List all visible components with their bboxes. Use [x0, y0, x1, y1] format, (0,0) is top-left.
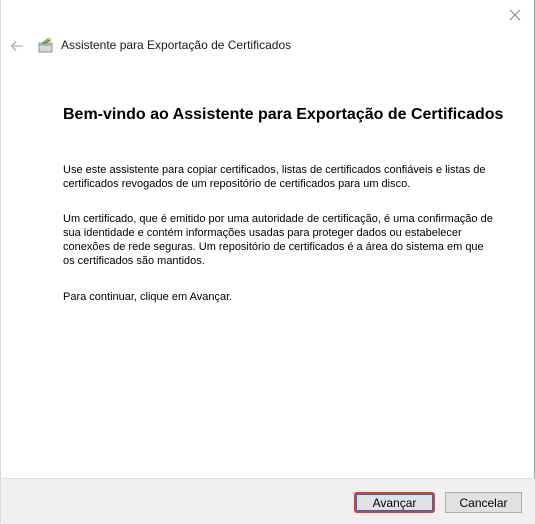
window-title: Assistente para Exportação de Certificad…: [61, 38, 292, 52]
back-arrow-icon: [10, 41, 23, 51]
certificate-description-paragraph: Um certificado, que é emitido por uma au…: [63, 213, 493, 267]
intro-paragraph: Use este assistente para copiar certific…: [63, 164, 486, 190]
wizard-window: Assistente para Exportação de Certificad…: [0, 0, 535, 524]
button-bar: Avançar Cancelar: [1, 478, 535, 524]
cancel-button[interactable]: Cancelar: [445, 492, 522, 513]
close-icon: [509, 9, 521, 21]
back-button[interactable]: [7, 36, 27, 56]
close-button[interactable]: [504, 4, 526, 26]
page-heading: Bem-vindo ao Assistente para Exportação …: [63, 106, 504, 123]
next-button[interactable]: Avançar: [354, 492, 435, 513]
continue-instruction: Para continuar, clique em Avançar.: [63, 291, 233, 303]
certificate-wizard-icon: [37, 36, 55, 54]
